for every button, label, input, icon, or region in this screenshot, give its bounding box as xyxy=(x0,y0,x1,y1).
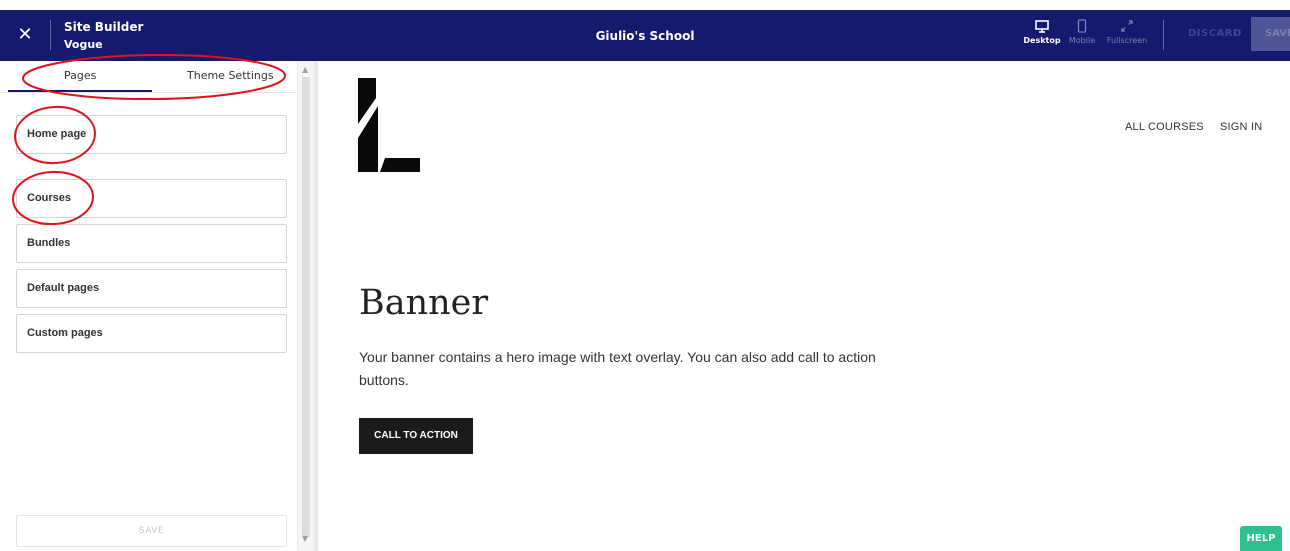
page-item-default-pages[interactable]: Default pages xyxy=(16,269,287,308)
header-bar: ✕ Site Builder Vogue Giulio's School Des… xyxy=(0,10,1290,61)
sidebar-scrollbar[interactable]: ▲ ▼ xyxy=(297,61,314,551)
fullscreen-icon xyxy=(1121,20,1133,32)
save-button[interactable]: SAVE xyxy=(1251,17,1290,51)
banner-text: Your banner contains a hero image with t… xyxy=(359,349,876,388)
page-item-label: Courses xyxy=(27,192,72,204)
tab-divider xyxy=(0,92,297,93)
call-to-action-button[interactable]: CALL TO ACTION xyxy=(359,418,473,454)
top-bar: ✕ Site Builder Vogue Giulio's School Des… xyxy=(0,0,1290,64)
tab-theme-settings[interactable]: Theme Settings xyxy=(187,69,274,82)
banner-title: Banner xyxy=(359,283,489,323)
device-mobile-label: Mobile xyxy=(1068,36,1096,45)
scroll-down-icon[interactable]: ▼ xyxy=(302,534,308,543)
scroll-up-icon[interactable]: ▲ xyxy=(302,65,308,74)
discard-button[interactable]: DISCARD xyxy=(1188,28,1242,39)
tab-pages[interactable]: Pages xyxy=(64,69,96,82)
help-button[interactable]: HELP xyxy=(1240,526,1282,551)
device-mobile-button[interactable]: Mobile xyxy=(1057,18,1107,45)
nav-sign-in[interactable]: SIGN IN xyxy=(1220,121,1262,133)
page-item-bundles[interactable]: Bundles xyxy=(16,224,287,263)
device-fullscreen-button[interactable]: Fullscreen xyxy=(1102,18,1152,45)
sidebar-save-button[interactable]: SAVE xyxy=(16,515,287,547)
page-item-label: Home page xyxy=(27,128,87,140)
scrollbar-thumb[interactable] xyxy=(302,77,310,537)
device-fullscreen-label: Fullscreen xyxy=(1106,36,1148,45)
mobile-icon xyxy=(1077,19,1087,33)
desktop-icon xyxy=(1035,20,1049,33)
page-item-home[interactable]: Home page xyxy=(16,115,287,154)
nav-all-courses[interactable]: ALL COURSES xyxy=(1125,121,1204,133)
pages-sidebar: Pages Theme Settings Home page Courses B… xyxy=(0,61,297,551)
page-item-courses[interactable]: Courses xyxy=(16,179,287,218)
school-logo xyxy=(358,78,420,172)
page-item-label: Bundles xyxy=(27,237,71,249)
site-preview: ALL COURSES SIGN IN Banner Your banner c… xyxy=(318,61,1290,551)
page-item-label: Custom pages xyxy=(27,327,103,339)
page-item-custom-pages[interactable]: Custom pages xyxy=(16,314,287,353)
page-item-label: Default pages xyxy=(27,282,100,294)
header-divider xyxy=(1163,20,1164,50)
